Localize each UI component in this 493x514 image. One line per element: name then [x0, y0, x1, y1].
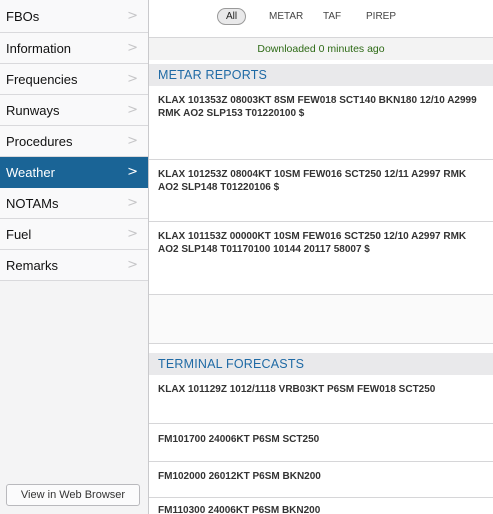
- sidebar-item-label: Information: [6, 40, 72, 56]
- sidebar: FBOs > Information > Frequencies > Runwa…: [0, 0, 149, 514]
- chevron-right-icon: >: [127, 40, 138, 56]
- metar-report: KLAX 101353Z 08003KT 8SM FEW018 SCT140 B…: [149, 88, 493, 160]
- sidebar-item-label: Procedures: [6, 133, 73, 149]
- taf-line: FM101700 24006KT P6SM SCT250: [149, 424, 493, 462]
- tab-metar[interactable]: METAR: [269, 11, 303, 22]
- sidebar-item-label: Remarks: [6, 257, 59, 273]
- metar-report: KLAX 101253Z 08004KT 10SM FEW016 SCT250 …: [149, 160, 493, 222]
- chevron-right-icon: >: [127, 226, 138, 242]
- taf-section-header: TERMINAL FORECASTS: [149, 353, 493, 375]
- chevron-right-icon: >: [127, 133, 138, 149]
- sidebar-item-remarks[interactable]: Remarks >: [0, 250, 148, 281]
- taf-line: FM110300 24006KT P6SM BKN200: [149, 498, 493, 514]
- tab-taf[interactable]: TAF: [323, 11, 341, 22]
- main-panel: All METAR TAF PIREP Downloaded 0 minutes…: [149, 0, 493, 514]
- view-in-web-browser-button[interactable]: View in Web Browser: [6, 484, 140, 506]
- sidebar-item-label: NOTAMs: [6, 195, 59, 211]
- chevron-right-icon: >: [127, 71, 138, 87]
- report-type-tabs: All METAR TAF PIREP: [149, 0, 493, 38]
- sidebar-item-label: Fuel: [6, 226, 32, 242]
- chevron-right-icon: >: [127, 257, 138, 273]
- chevron-right-icon: >: [127, 195, 138, 211]
- tab-pirep[interactable]: PIREP: [366, 11, 396, 22]
- sidebar-item-weather[interactable]: Weather >: [0, 157, 148, 188]
- sidebar-item-fbos[interactable]: FBOs >: [0, 0, 148, 33]
- metar-report: KLAX 101153Z 00000KT 10SM FEW016 SCT250 …: [149, 222, 493, 295]
- metar-section-header: METAR REPORTS: [149, 64, 493, 86]
- sidebar-item-runways[interactable]: Runways >: [0, 95, 148, 126]
- sidebar-item-information[interactable]: Information >: [0, 33, 148, 64]
- empty-row: [149, 295, 493, 344]
- taf-line: FM102000 26012KT P6SM BKN200: [149, 462, 493, 498]
- download-status: Downloaded 0 minutes ago: [149, 38, 493, 60]
- sidebar-item-procedures[interactable]: Procedures >: [0, 126, 148, 157]
- sidebar-item-frequencies[interactable]: Frequencies >: [0, 64, 148, 95]
- chevron-right-icon: >: [127, 164, 138, 180]
- sidebar-item-fuel[interactable]: Fuel >: [0, 219, 148, 250]
- sidebar-item-label: Frequencies: [6, 71, 78, 87]
- sidebar-item-notams[interactable]: NOTAMs >: [0, 188, 148, 219]
- tab-all[interactable]: All: [217, 8, 247, 25]
- sidebar-item-label: Runways: [6, 102, 60, 118]
- chevron-right-icon: >: [127, 102, 138, 118]
- sidebar-item-label: FBOs: [6, 8, 40, 24]
- taf-line: KLAX 101129Z 1012/1118 VRB03KT P6SM FEW0…: [149, 377, 493, 424]
- sidebar-item-label: Weather: [6, 164, 55, 180]
- chevron-right-icon: >: [127, 8, 138, 24]
